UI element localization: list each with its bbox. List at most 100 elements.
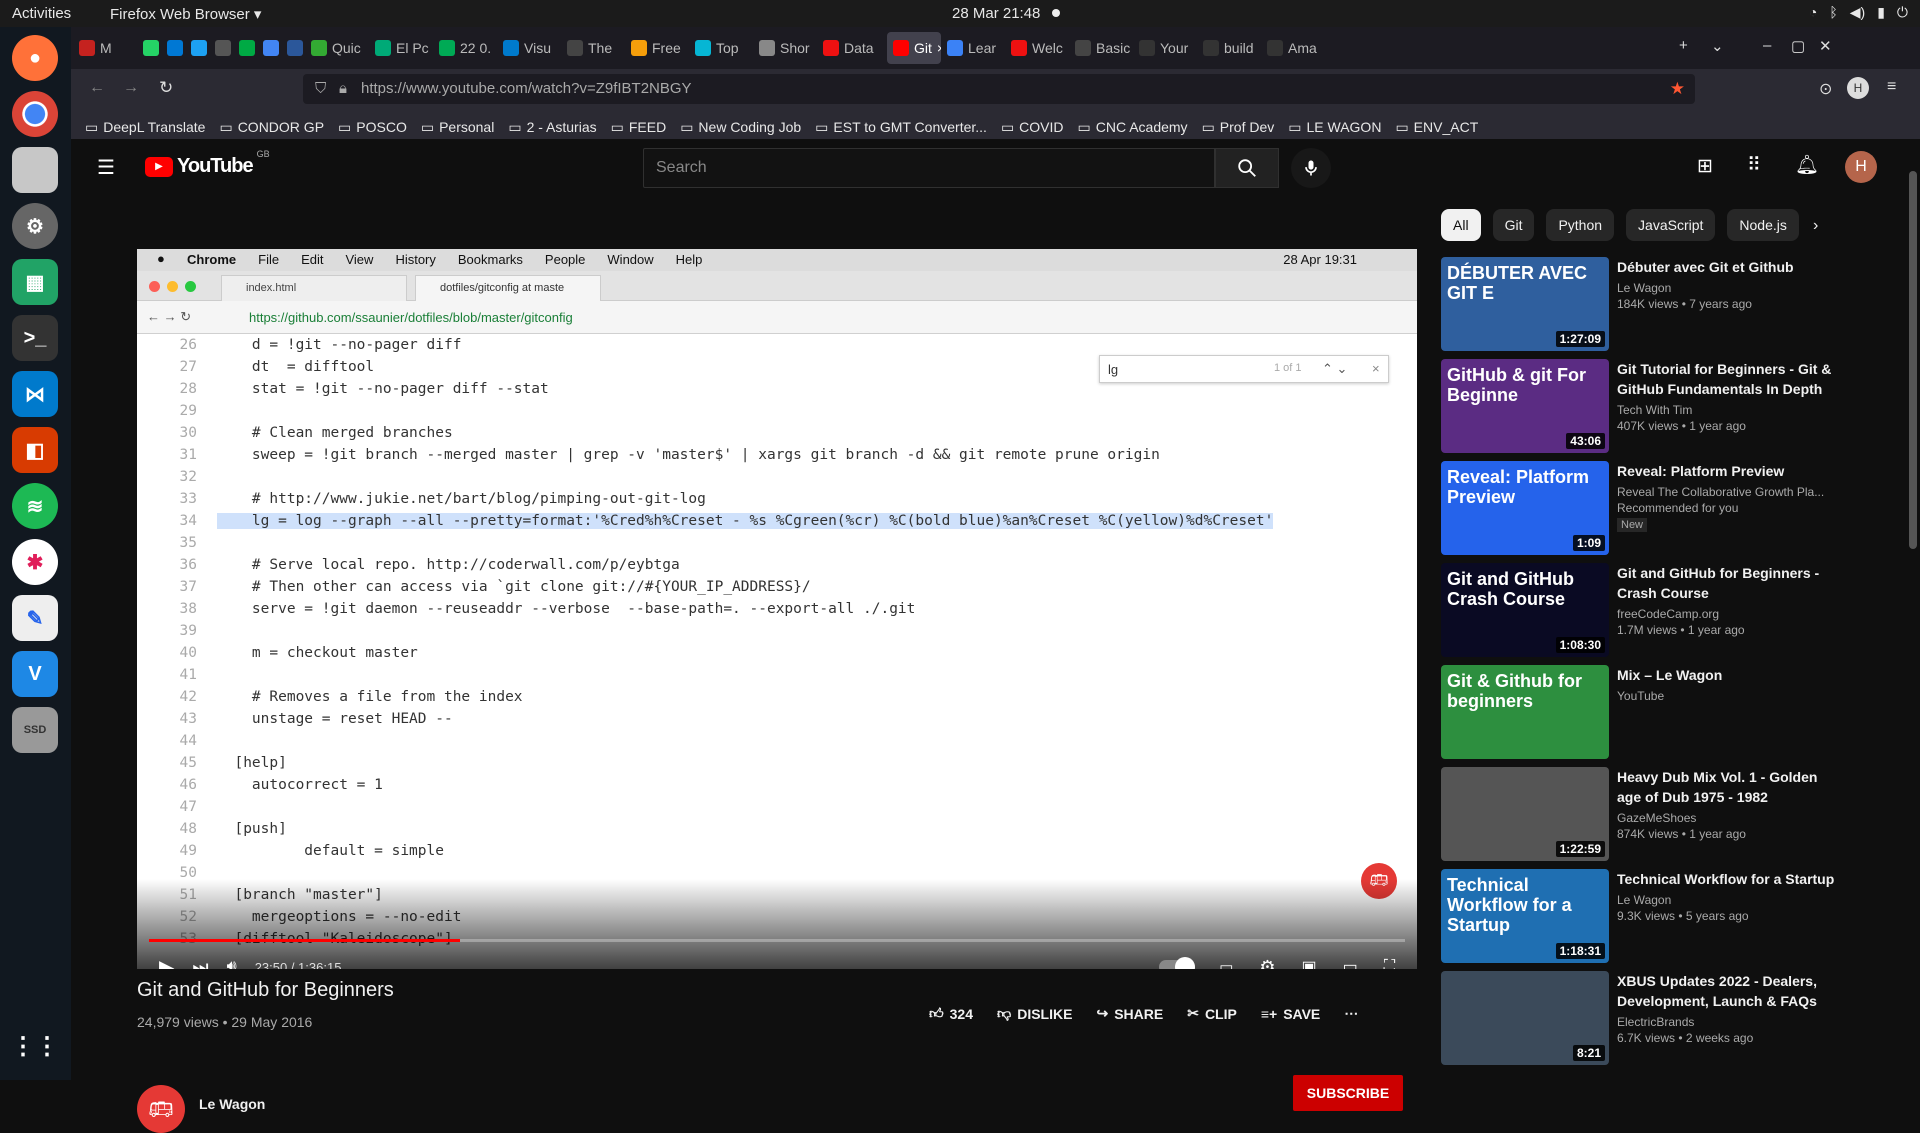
related-video-title[interactable]: Mix – Le Wagon [1617,665,1841,685]
bookmark-item[interactable]: ▭ CNC Academy [1078,115,1188,139]
save-button[interactable]: ≡+ SAVE [1261,1005,1320,1022]
related-video-title[interactable]: Technical Workflow for a Startup [1617,869,1841,889]
related-video-title[interactable]: XBUS Updates 2022 - Dealers, Development… [1617,971,1841,1011]
bookmark-item[interactable]: ▭ LE WAGON [1288,115,1381,139]
filter-chip[interactable]: Git [1492,209,1535,241]
tab-close-icon[interactable]: × [937,40,941,56]
play-icon[interactable]: ▶ [159,955,174,970]
chrome-icon[interactable] [12,91,58,137]
pocket-icon[interactable]: ⊙ [1819,79,1832,99]
slack-icon[interactable]: ✱ [12,539,58,585]
search-button[interactable] [1215,148,1279,188]
files-icon[interactable] [12,147,58,193]
channel-avatar[interactable]: 🚌︎ [137,1085,185,1133]
tab-23[interactable]: Ama [1267,32,1329,64]
reload-icon[interactable]: ↻ [159,78,173,98]
create-video-icon[interactable]: ⊞ [1697,155,1713,178]
tab-4[interactable] [215,32,237,64]
related-video-title[interactable]: Reveal: Platform Preview [1617,461,1841,481]
scrollbar[interactable] [1909,171,1917,549]
related-video-item[interactable]: DÉBUTER AVEC GIT E 1:27:09 Débuter avec Gi… [1441,257,1841,353]
tab-15[interactable]: Shor [759,32,821,64]
related-video-channel[interactable]: Le Wagon [1617,281,1841,295]
tab-8[interactable]: Quic [311,32,373,64]
subscribe-button[interactable]: SUBSCRIBE [1293,1075,1403,1111]
back-icon[interactable]: ← [89,79,105,97]
related-video-title[interactable]: Git Tutorial for Beginners - Git & GitHu… [1617,359,1841,399]
account-icon[interactable]: H [1847,77,1869,99]
video-thumbnail[interactable]: GitHub & git For Beginne 43:06 [1441,359,1609,453]
next-icon[interactable]: ⏭ [192,957,208,970]
filter-chip[interactable]: JavaScript [1626,209,1716,241]
hamburger-menu-icon[interactable]: ☰ [97,155,115,180]
tab-19[interactable]: Welc [1011,32,1073,64]
bookmark-item[interactable]: ▭ DeepL Translate [85,115,205,139]
theater-mode-icon[interactable]: ▭ [1343,957,1358,969]
channel-name[interactable]: Le Wagon [199,1096,265,1112]
url-bar[interactable]: ⛉ 🔒︎ https://www.youtube.com/watch?v=Z9f… [303,74,1695,104]
related-video-channel[interactable]: Le Wagon [1617,893,1841,907]
video-thumbnail[interactable]: Technical Workflow for a Startup 1:18:31 [1441,869,1609,963]
new-tab-icon[interactable]: + [1679,37,1688,54]
video-thumbnail[interactable]: Git and GitHub Crash Course 1:08:30 [1441,563,1609,657]
avatar[interactable]: H [1845,151,1877,183]
tab-1[interactable] [143,32,165,64]
activities-button[interactable]: Activities [12,5,71,22]
tab-10[interactable]: 22 0. [439,32,501,64]
captions-icon[interactable]: ▭ [1219,958,1233,969]
system-tray[interactable]: ◔ ᛒ ◀) ▮ ⏻ [1809,4,1908,21]
tab-18[interactable]: Lear [947,32,1009,64]
autoplay-toggle[interactable] [1159,957,1196,969]
filter-chip[interactable]: Python [1546,209,1615,241]
bookmark-item[interactable]: ▭ 2 - Asturias [508,115,596,139]
related-video-item[interactable]: Git & Github for beginners Mix – Le Wagon… [1441,665,1841,761]
related-video-item[interactable]: 8:21 XBUS Updates 2022 - Dealers, Develop… [1441,971,1841,1067]
progress-bar[interactable] [149,939,1405,942]
related-video-item[interactable]: GitHub & git For Beginne 43:06 Git Tutoria… [1441,359,1841,455]
bookmark-item[interactable]: ▭ POSCO [338,115,407,139]
tab-16[interactable]: Data [823,32,885,64]
related-video-channel[interactable]: ElectricBrands [1617,1015,1841,1029]
maximize-window-icon[interactable]: ▢ [1791,37,1805,55]
apps-grid-icon[interactable]: ⠿ [1747,154,1761,177]
related-video-item[interactable]: 1:22:59 Heavy Dub Mix Vol. 1 - Golden age… [1441,767,1841,863]
video-thumbnail[interactable]: 1:22:59 [1441,767,1609,861]
related-video-item[interactable]: Reveal: Platform Preview 1:09 Reveal: Plat… [1441,461,1841,557]
clock[interactable]: 28 Mar 21:48 [952,5,1040,22]
bookmark-star-icon[interactable]: ★ [1670,79,1685,99]
office-icon[interactable]: ◧ [12,427,58,473]
bookmark-item[interactable]: ▭ COVID [1001,115,1064,139]
video-thumbnail[interactable]: Reveal: Platform Preview 1:09 [1441,461,1609,555]
tab-list-icon[interactable]: ⌄ [1711,37,1724,55]
tab-17[interactable]: Git × [887,32,941,64]
terminal-icon[interactable]: >_ [12,315,58,361]
video-player[interactable]: ● Chrome File Edit View History Bookmarks Peop… [137,249,1417,969]
tab-9[interactable]: El Pc [375,32,437,64]
tab-2[interactable] [167,32,189,64]
tab-13[interactable]: Free [631,32,693,64]
bookmark-item[interactable]: ▭ New Coding Job [680,115,801,139]
settings-gear-icon[interactable]: ⚙ [1259,957,1275,970]
tab-7[interactable] [287,32,309,64]
notifications-bell-icon[interactable]: 🔔︎ [1795,153,1819,177]
tab-21[interactable]: Your [1139,32,1201,64]
more-actions-icon[interactable]: ⋯ [1344,1005,1358,1022]
video-thumbnail[interactable]: Git & Github for beginners [1441,665,1609,759]
related-video-channel[interactable]: freeCodeCamp.org [1617,607,1841,621]
youtube-logo[interactable]: ▶ YouTube GB [145,149,270,178]
tab-3[interactable] [191,32,213,64]
fullscreen-icon[interactable]: ⛶ [1384,958,1395,969]
video-thumbnail[interactable]: DÉBUTER AVEC GIT E 1:27:09 [1441,257,1609,351]
text-editor-icon[interactable]: ✎ [12,595,58,641]
clip-button[interactable]: ✂ CLIP [1187,1005,1237,1022]
related-video-channel[interactable]: GazeMeShoes [1617,811,1841,825]
vscode-icon[interactable]: ⋈ [12,371,58,417]
search-input[interactable]: Search [643,148,1215,188]
like-button[interactable]: 👍︎ 324 [929,1005,973,1022]
bookmark-item[interactable]: ▭ EST to GMT Converter... [815,115,987,139]
related-video-title[interactable]: Heavy Dub Mix Vol. 1 - Golden age of Dub… [1617,767,1841,807]
menu-icon[interactable]: ≡ [1887,78,1896,96]
ssd-drive-icon[interactable]: SSD [12,707,58,753]
related-video-title[interactable]: Git and GitHub for Beginners - Crash Cou… [1617,563,1841,603]
show-apps-icon[interactable]: ⋮⋮ [11,1023,59,1069]
